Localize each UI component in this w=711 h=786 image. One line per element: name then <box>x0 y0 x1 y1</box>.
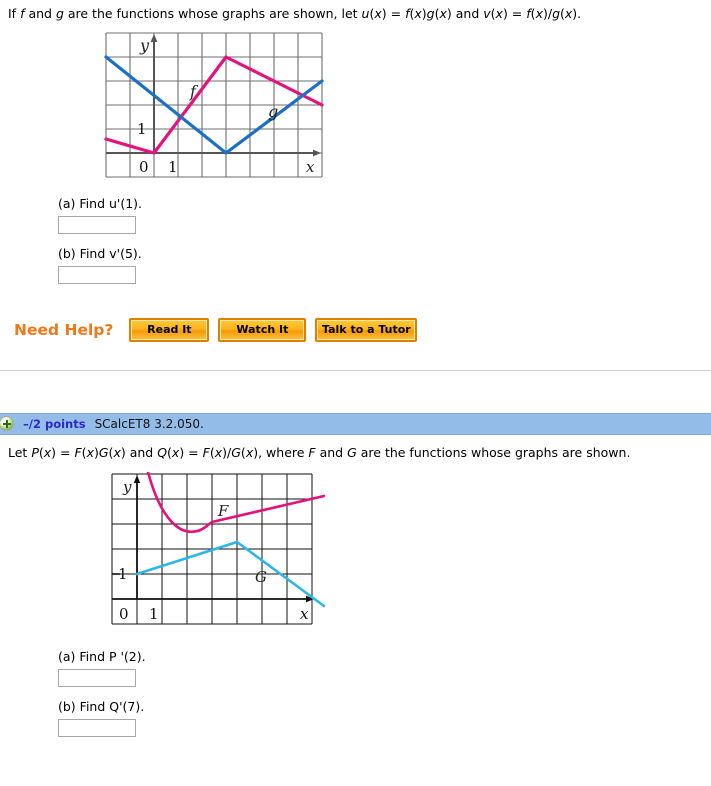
graph-x-tick-label: 1 <box>149 605 159 623</box>
graph-y-tick-label: 1 <box>137 120 147 138</box>
graph-x-label: x <box>306 158 315 176</box>
graph-y-label: y <box>139 36 150 55</box>
problem-1-part-b-input[interactable] <box>58 265 136 284</box>
problem-2-part-b-label: (b) Find Q'(7). <box>58 698 145 714</box>
problem-2-part-a-label: (a) Find P '(2). <box>58 648 146 664</box>
expand-plus-icon[interactable] <box>0 416 14 432</box>
problem-2-part-b-input[interactable] <box>58 718 136 737</box>
curve-F-parabola <box>146 470 214 533</box>
curve-F-label: F <box>217 502 229 520</box>
section-divider <box>0 369 711 371</box>
need-help-row: Need Help? Read It Watch It Talk to a Tu… <box>0 317 711 342</box>
need-help-title: Need Help? <box>14 320 114 339</box>
problem-2: –/2 points SCalcET8 3.2.050. Let P(x) = … <box>0 412 711 737</box>
curve-g-label: g <box>268 102 278 121</box>
curve-f-label: f <box>189 82 199 101</box>
read-it-button[interactable]: Read It <box>129 317 210 342</box>
problem-2-part-a-input[interactable] <box>58 668 136 687</box>
problem-1-statement: If f and g are the functions whose graph… <box>8 6 582 21</box>
problem-2-header-bar: –/2 points SCalcET8 3.2.050. <box>0 412 711 435</box>
problem-1-part-a-label: (a) Find u'(1). <box>58 195 143 211</box>
graph-FG: y x 0 1 1 F G <box>111 470 326 625</box>
graph-x-tick-label: 1 <box>168 158 178 176</box>
graph-origin-label: 0 <box>139 158 149 176</box>
talk-to-tutor-button[interactable]: Talk to a Tutor <box>315 317 418 342</box>
problem-1-part-b-label: (b) Find v'(5). <box>58 245 142 261</box>
y-axis-arrow <box>133 474 141 483</box>
problem-2-graph: y x 0 1 1 F G <box>0 470 711 637</box>
watch-it-button[interactable]: Watch It <box>218 317 307 342</box>
problem-1-graph: y x 0 1 1 f g <box>0 31 711 184</box>
graph-x-label: x <box>300 605 309 623</box>
points-label: –/2 points <box>23 416 86 431</box>
graph-fg: y x 0 1 1 f g <box>104 32 324 178</box>
axes <box>112 479 308 600</box>
graph-y-label: y <box>122 478 132 496</box>
graph-origin-label: 0 <box>119 605 129 623</box>
problem-1: If f and g are the functions whose graph… <box>0 0 711 371</box>
curve-F-line <box>210 494 326 524</box>
problem-1-part-a-input[interactable] <box>58 215 136 234</box>
problem-2-statement: Let P(x) = F(x)G(x) and Q(x) = F(x)/G(x)… <box>8 444 631 460</box>
y-axis-arrow <box>150 33 158 42</box>
x-axis-arrow <box>313 149 321 157</box>
problem-reference: SCalcET8 3.2.050. <box>94 416 204 431</box>
curve-G-label: G <box>255 568 267 586</box>
